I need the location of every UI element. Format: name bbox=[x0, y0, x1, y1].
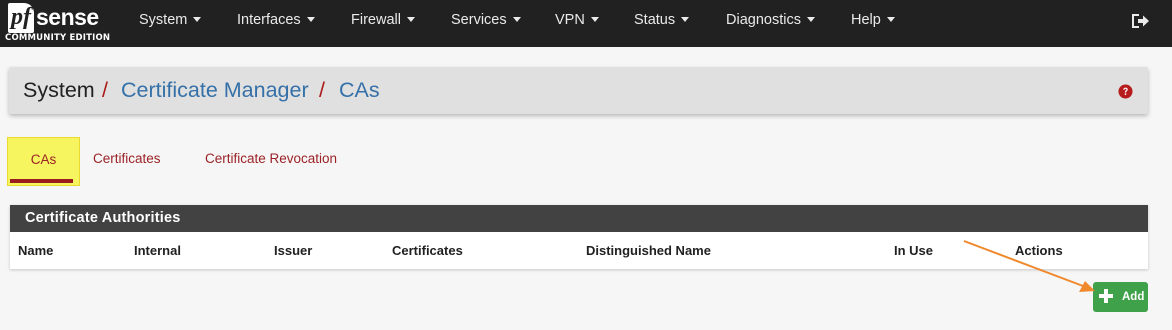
tab-label: CAs bbox=[30, 152, 57, 167]
panel-title: Certificate Authorities bbox=[25, 210, 181, 226]
add-button-label: Add bbox=[1122, 291, 1145, 303]
column-header-name: Name bbox=[18, 243, 54, 258]
nav-menu-system[interactable]: System bbox=[139, 0, 202, 41]
question-circle-icon[interactable] bbox=[1118, 84, 1133, 99]
chevron-down-icon bbox=[681, 17, 690, 22]
column-header-certificates: Certificates bbox=[392, 243, 463, 258]
column-header-issuer: Issuer bbox=[274, 243, 313, 258]
tab-certificate-revocation[interactable]: Certificate Revocation bbox=[205, 151, 337, 166]
chevron-down-icon bbox=[306, 17, 315, 22]
logo-wordmark: sense bbox=[36, 4, 99, 30]
tab-cas[interactable]: CAs bbox=[7, 137, 80, 186]
certificate-authorities-panel: Certificate Authorities Name Internal Is… bbox=[10, 205, 1148, 269]
tab-certificates[interactable]: Certificates bbox=[93, 151, 161, 166]
logo-edition: COMMUNITY EDITION bbox=[5, 33, 111, 43]
active-tab-indicator bbox=[10, 179, 73, 183]
chevron-down-icon bbox=[886, 17, 895, 22]
chevron-down-icon bbox=[406, 17, 415, 22]
breadcrumb-separator: / bbox=[319, 78, 325, 102]
breadcrumb-root: System bbox=[23, 78, 95, 102]
nav-menu-help[interactable]: Help bbox=[851, 0, 895, 41]
column-header-internal: Internal bbox=[134, 243, 181, 258]
nav-menu-status[interactable]: Status bbox=[634, 0, 690, 41]
nav-menu-interfaces[interactable]: Interfaces bbox=[237, 0, 315, 41]
top-navbar: pf sense COMMUNITY EDITION System Interf… bbox=[0, 0, 1172, 47]
panel-heading: Certificate Authorities bbox=[10, 205, 1148, 232]
nav-menu-firewall[interactable]: Firewall bbox=[351, 0, 415, 41]
column-header-distinguished-name: Distinguished Name bbox=[586, 243, 711, 258]
nav-menu-diagnostics[interactable]: Diagnostics bbox=[726, 0, 815, 41]
breadcrumb: System / Certificate Manager / CAs bbox=[9, 67, 1148, 114]
plus-icon bbox=[1099, 289, 1113, 303]
breadcrumb-separator: / bbox=[102, 78, 108, 102]
breadcrumb-link-certificate-manager[interactable]: Certificate Manager bbox=[121, 67, 309, 114]
chevron-down-icon bbox=[806, 17, 815, 22]
logo-mark: pf bbox=[8, 3, 34, 33]
chevron-down-icon bbox=[512, 17, 521, 22]
column-header-actions: Actions bbox=[1015, 243, 1063, 258]
column-header-in-use: In Use bbox=[894, 243, 934, 258]
breadcrumb-link-cas[interactable]: CAs bbox=[339, 67, 380, 114]
chevron-down-icon bbox=[193, 17, 202, 22]
nav-menu-vpn[interactable]: VPN bbox=[555, 0, 599, 41]
chevron-down-icon bbox=[590, 17, 599, 22]
add-button[interactable]: Add bbox=[1093, 282, 1148, 312]
sign-out-icon[interactable] bbox=[1130, 12, 1150, 30]
nav-menu-services[interactable]: Services bbox=[451, 0, 521, 41]
annotation-arrow bbox=[963, 240, 1095, 292]
pfsense-logo[interactable]: pf sense COMMUNITY EDITION bbox=[2, 2, 110, 45]
